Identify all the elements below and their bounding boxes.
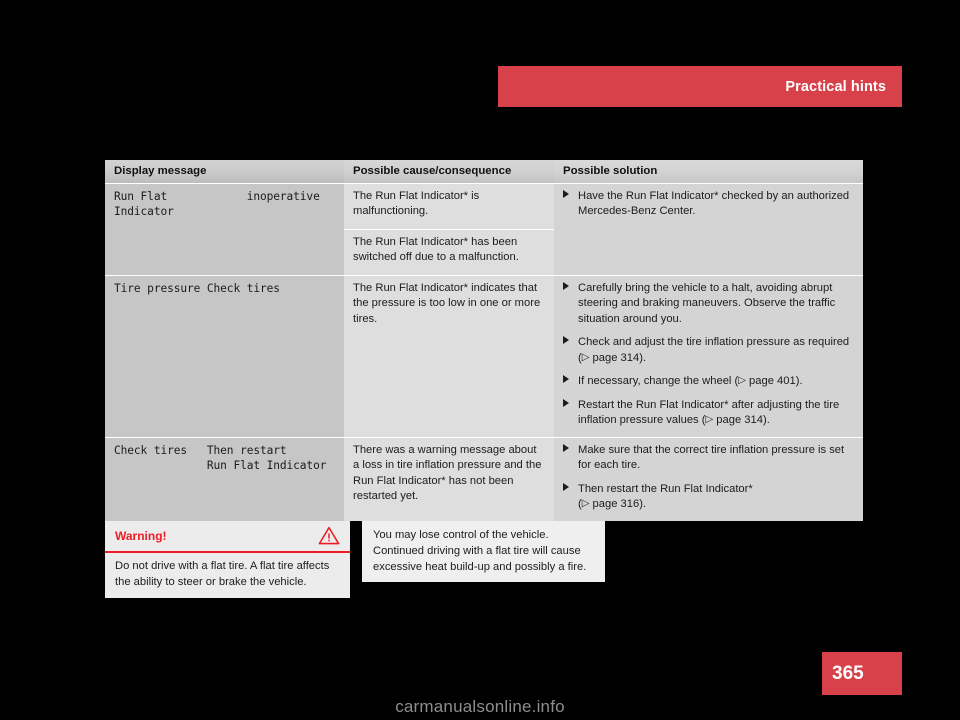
cell-possible-cause: The Run Flat Indicator* has been switche… (344, 229, 554, 276)
solution-text: Make sure that the correct tire inflatio… (578, 444, 845, 472)
cell-display-message: Run Flat inoperative Indicator (105, 183, 344, 276)
bullet-triangle-icon (563, 282, 569, 290)
solution-text: Have the Run Flat Indicator* checked by … (578, 190, 850, 218)
cause-text: There was a warning message about a loss… (353, 444, 542, 503)
cell-possible-cause: The Run Flat Indicator* indicates that t… (344, 275, 554, 438)
page-reference-icon: ▷ (581, 498, 590, 510)
cell-possible-solution: Carefully bring the vehicle to a halt, a… (554, 275, 863, 438)
warning-triangle-icon (318, 526, 340, 550)
solution-item: Check and adjust the tire inflation pres… (563, 335, 854, 366)
bullet-triangle-icon (563, 190, 569, 198)
warning-body-text: Do not drive with a flat tire. A flat ti… (115, 560, 330, 588)
display-messages-table: Display message Possible cause/consequen… (105, 160, 863, 521)
display-message-line: Tire pressure Check tires (114, 282, 280, 295)
cell-possible-solution: Have the Run Flat Indicator* checked by … (554, 183, 863, 276)
warning-box: Warning! Do not drive with a flat tire. … (105, 521, 350, 598)
cause-text: The Run Flat Indicator* is malfunctionin… (353, 190, 480, 218)
solution-list: Make sure that the correct tire inflatio… (563, 443, 854, 513)
page-reference-text[interactable]: page 316 (589, 498, 640, 510)
cell-possible-cause: The Run Flat Indicator* is malfunctionin… (344, 183, 554, 230)
bullet-triangle-icon (563, 398, 569, 407)
cell-possible-cause: There was a warning message about a loss… (344, 436, 554, 521)
warning-title: Warning! (115, 529, 167, 543)
cell-display-message: Tire pressure Check tires (105, 275, 344, 438)
page-reference-icon: ▷ (581, 351, 590, 363)
page-number-box: 365 (822, 652, 902, 695)
solution-text-tail: ). (762, 414, 770, 427)
note-body-text: You may lose control of the vehicle. Con… (373, 529, 587, 573)
cause-text: The Run Flat Indicator* indicates that t… (353, 282, 541, 325)
page-header-title: Practical hints (785, 78, 886, 95)
page-reference-text[interactable]: page 314 (713, 414, 763, 426)
solution-item: Restart the Run Flat Indicator* after ad… (563, 398, 854, 429)
column-header-display-message: Display message (105, 160, 344, 184)
solution-item: Make sure that the correct tire inflatio… (563, 443, 854, 474)
bullet-triangle-icon (563, 444, 569, 452)
table-row: Tire pressure Check tires The Run Flat In… (105, 275, 863, 438)
solution-text: If necessary, change the wheel ( (578, 375, 739, 388)
warning-box-header: Warning! (105, 521, 350, 553)
cell-display-message: Check tires Then restart Run Flat Indica… (105, 436, 344, 521)
display-message-line: Run Flat Indicator (114, 459, 327, 473)
table-head: Display message Possible cause/consequen… (105, 160, 863, 184)
table-header-row: Display message Possible cause/consequen… (105, 160, 863, 184)
display-message-line: Check tires Then restart (114, 444, 287, 457)
bullet-triangle-icon (563, 375, 569, 384)
cause-text: The Run Flat Indicator* has been switche… (353, 236, 519, 264)
solution-text: Carefully bring the vehicle to a halt, a… (578, 282, 836, 325)
solution-text-tail: ). (639, 498, 647, 511)
cell-possible-solution: Make sure that the correct tire inflatio… (554, 436, 863, 521)
table-row: Check tires Then restart Run Flat Indica… (105, 436, 863, 521)
page-reference-icon: ▷ (705, 414, 714, 426)
column-header-possible-cause: Possible cause/consequence (344, 160, 554, 184)
note-box: You may lose control of the vehicle. Con… (362, 521, 605, 582)
table-body: Run Flat inoperative Indicator The Run Fla… (105, 183, 863, 521)
page-reference-text[interactable]: page 314 (589, 352, 640, 364)
page-number: 365 (832, 662, 864, 684)
solution-list: Carefully bring the vehicle to a halt, a… (563, 281, 854, 429)
solution-list: Have the Run Flat Indicator* checked by … (563, 189, 854, 220)
solution-item: Have the Run Flat Indicator* checked by … (563, 189, 854, 220)
page-header-bar: Practical hints (498, 66, 902, 107)
solution-item: Then restart the Run Flat Indicator* (▷ p… (563, 482, 854, 513)
solution-text-tail: ). (795, 375, 803, 388)
page-reference-text[interactable]: page 401 (746, 375, 796, 387)
table-row: Run Flat inoperative Indicator The Run Fla… (105, 183, 863, 276)
bullet-triangle-icon (563, 336, 569, 345)
display-message-line: Indicator (114, 205, 174, 219)
bullet-triangle-icon (563, 482, 569, 491)
solution-item: Carefully bring the vehicle to a halt, a… (563, 281, 854, 327)
solution-text-tail: ). (639, 351, 647, 364)
column-header-possible-solution: Possible solution (554, 160, 863, 184)
site-watermark: carmanualsonline.info (395, 697, 565, 716)
page-reference-icon: ▷ (738, 375, 746, 387)
solution-item: If necessary, change the wheel (▷ page 4… (563, 374, 854, 389)
display-message-line: Run Flat inoperative (114, 190, 320, 203)
